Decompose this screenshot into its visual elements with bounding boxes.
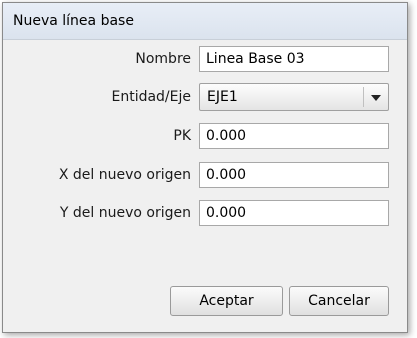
entidad-eje-label: Entidad/Eje [111, 89, 191, 105]
y-origen-input[interactable]: 0.000 [199, 200, 389, 226]
x-origen-label: X del nuevo origen [58, 167, 191, 183]
cancelar-button[interactable]: Cancelar [289, 286, 389, 316]
entidad-eje-select[interactable]: EJE1 [199, 83, 389, 111]
select-divider [363, 87, 364, 107]
aceptar-button[interactable]: Aceptar [170, 286, 283, 316]
nombre-input[interactable]: Linea Base 03 [199, 46, 389, 72]
pk-input[interactable]: 0.000 [199, 123, 389, 149]
pk-label: PK [173, 128, 191, 144]
entidad-eje-value: EJE1 [207, 89, 238, 105]
dialog-titlebar[interactable]: Nueva línea base [3, 3, 407, 40]
nueva-linea-base-dialog: Nueva línea base Nombre Linea Base 03 En… [2, 2, 408, 333]
chevron-down-icon[interactable] [371, 95, 381, 101]
y-origen-label: Y del nuevo origen [59, 205, 191, 221]
dialog-title: Nueva línea base [13, 13, 134, 29]
nombre-label: Nombre [135, 51, 191, 67]
x-origen-input[interactable]: 0.000 [199, 162, 389, 188]
